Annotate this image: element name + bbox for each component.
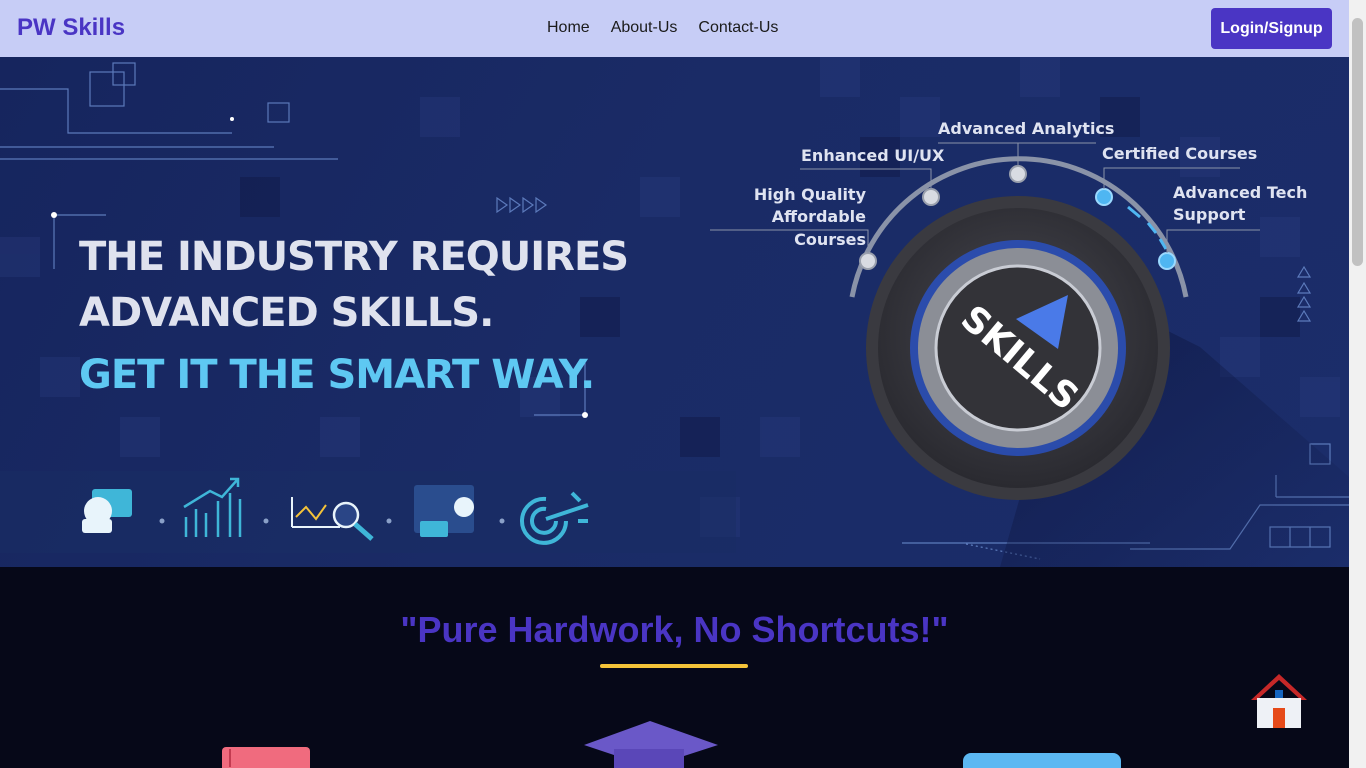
scrollbar-thumb[interactable] xyxy=(1352,18,1363,266)
skills-dial: SKILLS xyxy=(710,142,1349,567)
feature-label-analytics: Advanced Analytics xyxy=(938,119,1115,138)
feature-label-ui-ux: Enhanced UI/UX xyxy=(801,146,945,165)
nav-link-home[interactable]: Home xyxy=(547,19,590,37)
hero-banner: THE INDUSTRY REQUIRES ADVANCED SKILLS. G… xyxy=(0,57,1349,567)
feature-label-quality-courses: High Quality Affordable Courses xyxy=(753,185,866,249)
nav-link-about[interactable]: About-Us xyxy=(611,19,678,37)
card-thumbnail-1 xyxy=(222,747,310,768)
login-signup-button[interactable]: Login/Signup xyxy=(1211,8,1332,49)
feature-label-tech-support: Advanced Tech Support xyxy=(1173,183,1308,225)
home-icon[interactable] xyxy=(1249,670,1309,730)
feature-label-certified: Certified Courses xyxy=(1102,144,1258,163)
page-scrollbar[interactable] xyxy=(1349,0,1366,768)
nav-link-contact[interactable]: Contact-Us xyxy=(698,19,778,37)
card-thumbnail-3 xyxy=(963,753,1121,768)
brand-logo[interactable]: PW Skills xyxy=(17,14,125,42)
nav-links: Home About-Us Contact-Us xyxy=(547,19,778,37)
graduation-cap-icon xyxy=(584,721,718,768)
navbar: PW Skills Home About-Us Contact-Us Login… xyxy=(0,0,1349,57)
content-section: "Pure Hardwork, No Shortcuts!" xyxy=(0,567,1349,768)
course-cards-preview xyxy=(222,721,1121,768)
